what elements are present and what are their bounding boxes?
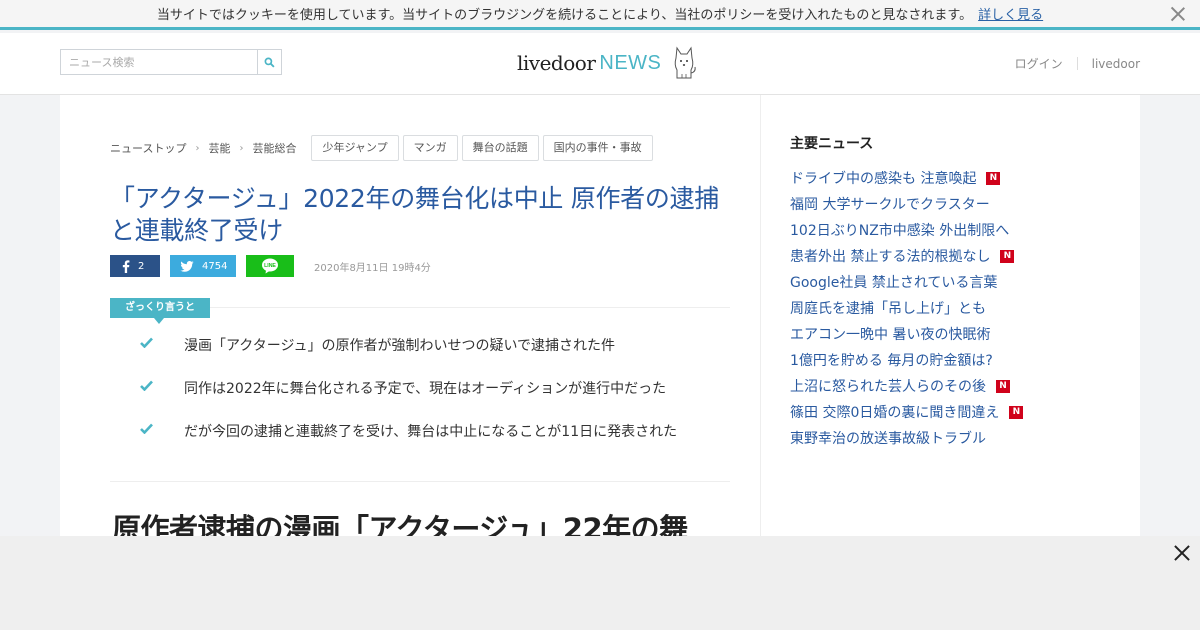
- tag-domestic-incidents[interactable]: 国内の事件・事故: [542, 135, 653, 161]
- ad-close-icon[interactable]: [1174, 545, 1190, 561]
- line-share-button[interactable]: LINE: [246, 255, 294, 277]
- tag-shonen-jump[interactable]: 少年ジャンプ: [311, 135, 399, 161]
- summary-points: 漫画「アクタージュ」の原作者が強制わいせつの疑いで逮捕された件 同作は2022年…: [140, 335, 740, 464]
- twitter-icon: [180, 260, 194, 272]
- top-news-item[interactable]: 東野幸治の放送事故級トラブル: [790, 425, 1090, 451]
- breadcrumb-entertainment[interactable]: 芸能: [208, 140, 230, 156]
- checkmark-icon: [140, 335, 184, 352]
- content-area: ニューストップ › 芸能 › 芸能総合 少年ジャンプ マンガ 舞台の話題 国内の…: [60, 95, 1140, 546]
- dog-mascot-icon: [675, 46, 697, 79]
- summary-point-text: 同作は2022年に舞台化される予定で、現在はオーディションが進行中だった: [184, 381, 667, 397]
- top-news-item-text: エアコン一晩中 暑い夜の快眠術: [790, 327, 991, 343]
- top-news-item-text: ドライブ中の感染も 注意喚起: [790, 171, 977, 187]
- top-news-item[interactable]: エアコン一晩中 暑い夜の快眠術: [790, 321, 1090, 347]
- share-bar: 2 4754 LINE 2020年8月11日 19時4分: [110, 255, 431, 277]
- top-news-item-text: 福岡 大学サークルでクラスター: [790, 197, 990, 213]
- summary-point: 同作は2022年に舞台化される予定で、現在はオーディションが進行中だった: [140, 378, 740, 421]
- twitter-share-button[interactable]: 4754: [170, 255, 236, 277]
- checkmark-icon: [140, 421, 184, 438]
- top-news-item-text: 102日ぶりNZ市中感染 外出制限へ: [790, 223, 1010, 239]
- cookie-message: 当サイトではクッキーを使用しています。当サイトのブラウジングを続けることにより、…: [156, 8, 973, 23]
- livedoor-link[interactable]: livedoor: [1092, 57, 1140, 71]
- top-news-item[interactable]: ドライブ中の感染も 注意喚起 N: [790, 165, 1090, 191]
- new-badge: N: [1000, 249, 1015, 263]
- breadcrumb: ニューストップ › 芸能 › 芸能総合 少年ジャンプ マンガ 舞台の話題 国内の…: [110, 135, 730, 161]
- header-separator: [1076, 57, 1078, 70]
- top-news-item-text: 上沼に怒られた芸人らのその後: [790, 379, 986, 395]
- tag-stage-topics[interactable]: 舞台の話題: [461, 135, 539, 161]
- top-news-item-text: Google社員 禁止されている言葉: [790, 275, 998, 291]
- top-news-item[interactable]: 周庭氏を逮捕「吊し上げ」とも: [790, 295, 1090, 321]
- cookie-close-icon[interactable]: [1170, 6, 1186, 22]
- top-news-item[interactable]: 102日ぶりNZ市中感染 外出制限へ: [790, 217, 1090, 243]
- search-button[interactable]: [257, 50, 281, 74]
- summary-label: ざっくり言うと: [110, 298, 210, 324]
- top-news-item[interactable]: 患者外出 禁止する法的根拠なし N: [790, 243, 1090, 269]
- logo-news-text: NEWS: [599, 51, 662, 74]
- topic-tags: 少年ジャンプ マンガ 舞台の話題 国内の事件・事故: [311, 135, 656, 161]
- logo-livedoor-text: livedoor: [517, 51, 596, 75]
- section-divider: [110, 481, 730, 482]
- new-badge: N: [986, 171, 1001, 185]
- sidebar-top-news: 主要ニュース ドライブ中の感染も 注意喚起 N 福岡 大学サークルでクラスター 102…: [790, 133, 1090, 451]
- facebook-share-count: 2: [138, 260, 145, 272]
- top-news-item[interactable]: 上沼に怒られた芸人らのその後 N: [790, 373, 1090, 399]
- top-news-item[interactable]: Google社員 禁止されている言葉: [790, 269, 1090, 295]
- cookie-more-link[interactable]: 詳しく見る: [978, 4, 1043, 23]
- svg-text:LINE: LINE: [264, 263, 276, 269]
- twitter-share-count: 4754: [202, 260, 228, 272]
- new-badge: N: [996, 379, 1010, 393]
- ad-banner: [0, 536, 1200, 630]
- tag-manga[interactable]: マンガ: [402, 135, 458, 161]
- top-news-item-text: 患者外出 禁止する法的根拠なし: [790, 249, 991, 265]
- sidebar-title: 主要ニュース: [790, 136, 874, 152]
- top-news-item[interactable]: 篠田 交際0日婚の裏に聞き間違え N: [790, 399, 1090, 425]
- search-input[interactable]: [61, 50, 258, 74]
- breadcrumb-entertainment-general[interactable]: 芸能総合: [252, 140, 296, 156]
- facebook-share-button[interactable]: 2: [110, 255, 160, 277]
- summary-point-text: だが今回の逮捕と連載終了を受け、舞台は中止になることが11日に発表された: [184, 424, 678, 440]
- breadcrumb-news-top[interactable]: ニューストップ: [110, 140, 186, 156]
- chevron-right-icon: ›: [239, 142, 244, 154]
- top-news-item-text: 東野幸治の放送事故級トラブル: [790, 431, 986, 447]
- summary-divider: [210, 307, 730, 308]
- summary-point: だが今回の逮捕と連載終了を受け、舞台は中止になることが11日に発表された: [140, 421, 740, 464]
- site-header: livedoor NEWS ログイン livedoor: [0, 33, 1200, 95]
- summary-point-text: 漫画「アクタージュ」の原作者が強制わいせつの疑いで逮捕された件: [184, 338, 616, 354]
- column-divider: [760, 95, 761, 536]
- top-news-item[interactable]: 福岡 大学サークルでクラスター: [790, 191, 1090, 217]
- facebook-icon: [122, 259, 130, 273]
- chevron-right-icon: ›: [195, 142, 200, 154]
- checkmark-icon: [140, 378, 184, 395]
- cookie-banner: 当サイトではクッキーを使用しています。当サイトのブラウジングを続けることにより、…: [0, 0, 1200, 30]
- article-headline: 「アクタージュ」2022年の舞台化は中止 原作者の逮捕と連載終了受け: [110, 184, 719, 245]
- top-news-item-text: 篠田 交際0日婚の裏に聞き間違え: [790, 405, 1000, 421]
- search-box: [60, 49, 282, 75]
- new-badge: N: [1009, 405, 1024, 419]
- publish-date: 2020年8月11日 19時4分: [314, 262, 431, 274]
- top-news-item-text: 周庭氏を逮捕「吊し上げ」とも: [790, 301, 986, 317]
- login-link[interactable]: ログイン: [1015, 55, 1063, 72]
- site-logo[interactable]: livedoor NEWS: [517, 45, 699, 81]
- top-news-list: ドライブ中の感染も 注意喚起 N 福岡 大学サークルでクラスター 102日ぶりNZ市中…: [790, 165, 1090, 451]
- top-news-item[interactable]: 1億円を貯める 毎月の貯金額は?: [790, 347, 1090, 373]
- top-news-item-text: 1億円を貯める 毎月の貯金額は?: [790, 353, 993, 369]
- summary-point: 漫画「アクタージュ」の原作者が強制わいせつの疑いで逮捕された件: [140, 335, 740, 378]
- line-icon: LINE: [262, 258, 278, 274]
- search-icon: [264, 57, 275, 68]
- header-links: ログイン livedoor: [1015, 55, 1140, 72]
